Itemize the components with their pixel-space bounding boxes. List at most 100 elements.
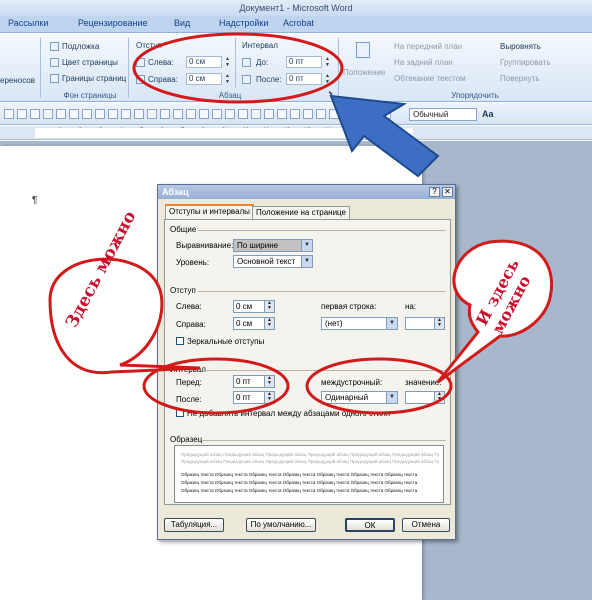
paragraph-launcher-icon[interactable]: ⬊ (328, 90, 333, 97)
sample-section-title: Образец (170, 435, 203, 444)
position-button[interactable]: Положение (343, 68, 385, 77)
change-case-button[interactable]: Aa (482, 109, 494, 119)
toolbar-button-icon[interactable] (238, 109, 248, 119)
level-combobox[interactable]: Основной текст ▼ (233, 255, 313, 268)
indent-right-dialog-input[interactable]: 0 см ▲ ▼ (233, 317, 275, 330)
page-borders-icon (50, 74, 59, 83)
toolbar-button-icon[interactable] (134, 109, 144, 119)
line-spacing-value-input[interactable]: ▲ ▼ (405, 391, 445, 404)
toolbar-button-icon[interactable] (69, 109, 79, 119)
toolbar-button-icon[interactable] (212, 109, 222, 119)
toolbar-button-icon[interactable] (251, 109, 261, 119)
dropdown-arrow-icon: ▼ (386, 318, 397, 329)
indent-left-spinner[interactable]: ▲ ▼ (224, 56, 231, 68)
toolbar-button-icon[interactable] (368, 109, 378, 119)
toolbar-button-icon[interactable] (4, 109, 14, 119)
help-button[interactable]: ? (429, 187, 440, 197)
set-default-button[interactable]: По умолчанию... (246, 518, 316, 532)
toolbar-button-icon[interactable] (56, 109, 66, 119)
tab-indents-spacing[interactable]: Отступы и интервалы (165, 204, 254, 219)
no-space-same-style-checkbox[interactable] (176, 409, 184, 417)
toolbar-button-icon[interactable] (355, 109, 365, 119)
bring-forward-button[interactable]: На передний план (394, 42, 462, 51)
hyphenation-button[interactable]: ереносов (0, 76, 35, 85)
toolbar-button-icon[interactable] (121, 109, 131, 119)
tab-view[interactable]: Вид (174, 18, 190, 28)
toolbar-button-icon[interactable] (277, 109, 287, 119)
toolbar-button-icon[interactable] (160, 109, 170, 119)
spinner-arrows-icon[interactable]: ▲ ▼ (434, 318, 444, 329)
spinner-arrows-icon[interactable]: ▲ ▼ (264, 301, 274, 312)
page-background-group-label: Фон страницы (63, 91, 117, 100)
close-button[interactable]: ✕ (442, 187, 453, 197)
text-wrap-button[interactable]: Обтекание текстом (394, 74, 466, 83)
toolbar-button-icon[interactable] (329, 109, 339, 119)
spacing-after-spinner[interactable]: ▲ ▼ (324, 73, 331, 85)
toolbar-button-icon[interactable] (381, 109, 391, 119)
toolbar-button-icon[interactable] (316, 109, 326, 119)
page-borders-button[interactable]: Границы страниц (62, 74, 126, 83)
alignment-combobox[interactable]: По ширине ▼ (233, 239, 313, 252)
tab-line-page-breaks[interactable]: Положение на странице (252, 206, 350, 220)
toolbar-button-icon[interactable] (264, 109, 274, 119)
mirror-indents-checkbox[interactable] (176, 337, 184, 345)
send-backward-button[interactable]: На задний план (394, 58, 453, 67)
line-spacing-combobox[interactable]: Одинарный ▼ (321, 391, 398, 404)
spinner-arrows-icon[interactable]: ▲ ▼ (264, 376, 274, 387)
tab-review[interactable]: Рецензирование (78, 18, 148, 28)
dropdown-arrow-icon: ▼ (301, 256, 312, 267)
first-line-label: первая строка: (321, 302, 377, 311)
position-icon (356, 42, 370, 58)
indent-right-input[interactable]: 0 см (186, 73, 222, 85)
cancel-button[interactable]: Отмена (402, 518, 450, 532)
tabs-button[interactable]: Табуляция... (164, 518, 224, 532)
section-divider (203, 370, 446, 371)
toolbar-button-icon[interactable] (17, 109, 27, 119)
ok-button[interactable]: ОК (345, 518, 395, 532)
indent-right-dialog-value: 0 см (236, 319, 253, 328)
preview-sample-line: Образец текста Образец текста Образец те… (181, 488, 418, 493)
group-button[interactable]: Группировать (500, 58, 551, 67)
indent-right-label: Справа: (148, 75, 178, 84)
section-divider (202, 440, 446, 441)
style-combobox[interactable]: Обычный (409, 108, 477, 121)
indent-left-dialog-label: Слева: (176, 302, 202, 311)
toolbar-button-icon[interactable] (290, 109, 300, 119)
spacing-before-input[interactable]: 0 пт (286, 56, 322, 68)
toolbar-button-icon[interactable] (108, 109, 118, 119)
toolbar-button-icon[interactable] (173, 109, 183, 119)
toolbar-button-icon[interactable] (95, 109, 105, 119)
tab-mailings[interactable]: Рассылки (8, 18, 48, 28)
indent-right-spinner[interactable]: ▲ ▼ (224, 73, 231, 85)
spacing-after-dialog-value: 0 пт (236, 393, 251, 402)
toolbar-button-icon[interactable] (186, 109, 196, 119)
toolbar-button-icon[interactable] (147, 109, 157, 119)
rotate-button[interactable]: Повернуть (500, 74, 540, 83)
spacing-before-dialog-input[interactable]: 0 пт ▲ ▼ (233, 375, 275, 388)
align-button[interactable]: Выровнять (500, 42, 541, 51)
spacing-before-spinner[interactable]: ▲ ▼ (324, 56, 331, 68)
level-label: Уровень: (176, 258, 210, 267)
spinner-arrows-icon[interactable]: ▲ ▼ (434, 392, 444, 403)
toolbar-button-icon[interactable] (199, 109, 209, 119)
toolbar-button-icon[interactable] (342, 109, 352, 119)
interval-section-title: Интервал (170, 365, 206, 374)
indent-left-input[interactable]: 0 см (186, 56, 222, 68)
first-line-by-input[interactable]: ▲ ▼ (405, 317, 445, 330)
general-section-title: Общие (170, 225, 197, 234)
first-line-combobox[interactable]: (нет) ▼ (321, 317, 398, 330)
tab-addins[interactable]: Надстройки (219, 18, 268, 28)
spinner-arrows-icon[interactable]: ▲ ▼ (264, 392, 274, 403)
spacing-after-input[interactable]: 0 пт (286, 73, 322, 85)
spinner-arrows-icon[interactable]: ▲ ▼ (264, 318, 274, 329)
spacing-after-dialog-input[interactable]: 0 пт ▲ ▼ (233, 391, 275, 404)
toolbar-button-icon[interactable] (82, 109, 92, 119)
indent-left-dialog-input[interactable]: 0 см ▲ ▼ (233, 300, 275, 313)
toolbar-button-icon[interactable] (30, 109, 40, 119)
page-color-button[interactable]: Цвет страницы (62, 58, 118, 67)
watermark-button[interactable]: Подложка (62, 42, 99, 51)
tab-acrobat[interactable]: Acrobat (283, 18, 314, 28)
toolbar-button-icon[interactable] (303, 109, 313, 119)
toolbar-button-icon[interactable] (225, 109, 235, 119)
toolbar-button-icon[interactable] (43, 109, 53, 119)
